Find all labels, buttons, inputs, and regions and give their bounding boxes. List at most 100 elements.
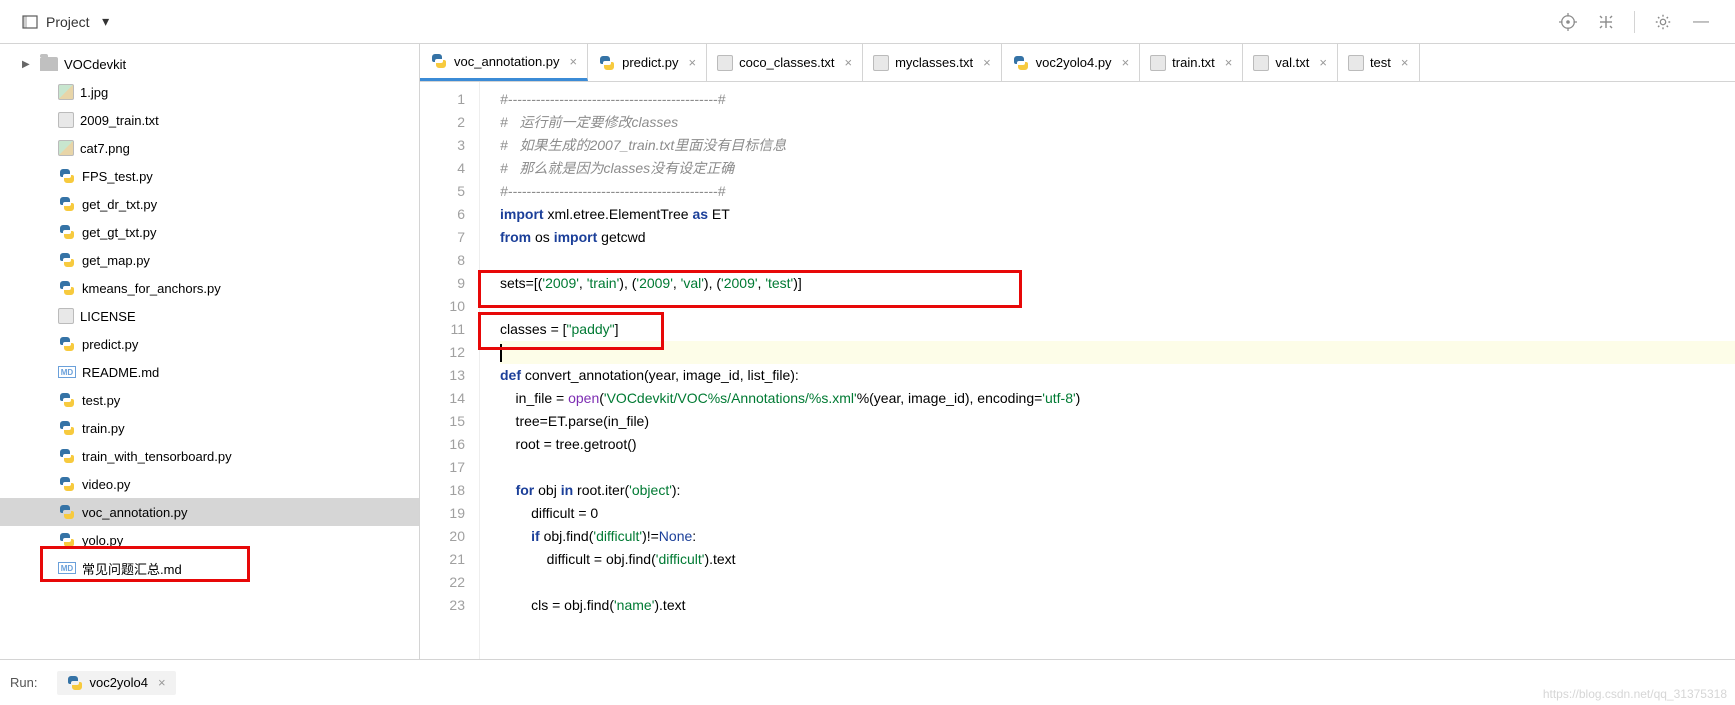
code-line[interactable]: # 那么就是因为classes没有设定正确 [500, 157, 1735, 180]
file-name: train.py [82, 421, 125, 436]
close-icon[interactable]: × [844, 55, 852, 70]
editor-tab[interactable]: coco_classes.txt × [707, 44, 863, 81]
close-icon[interactable]: × [158, 675, 166, 690]
tree-file[interactable]: train.py [0, 414, 419, 442]
tree-file[interactable]: LICENSE [0, 302, 419, 330]
code-line[interactable]: classes = ["paddy"] [500, 318, 1735, 341]
editor-tab[interactable]: voc2yolo4.py× [1002, 44, 1140, 81]
tree-file[interactable]: train_with_tensorboard.py [0, 442, 419, 470]
target-icon[interactable] [1558, 12, 1578, 32]
hide-icon[interactable]: — [1691, 12, 1711, 32]
text-icon [873, 55, 889, 71]
expand-icon[interactable] [1596, 12, 1616, 32]
close-icon[interactable]: × [570, 54, 578, 69]
text-icon [717, 55, 733, 71]
image-icon [58, 140, 74, 156]
tree-file[interactable]: get_gt_txt.py [0, 218, 419, 246]
python-icon [67, 675, 83, 691]
code-line[interactable]: sets=[('2009', 'train'), ('2009', 'val')… [500, 272, 1735, 295]
code-line[interactable] [500, 571, 1735, 594]
editor-tab[interactable]: voc_annotation.py × [420, 44, 588, 81]
text-icon [1348, 55, 1364, 71]
code-line[interactable]: from os import getcwd [500, 226, 1735, 249]
chevron-right-icon[interactable]: ▶ [22, 59, 34, 70]
code-line[interactable] [500, 249, 1735, 272]
code-line[interactable]: in_file = open('VOCdevkit/VOC%s/Annotati… [500, 387, 1735, 410]
tree-file[interactable]: kmeans_for_anchors.py [0, 274, 419, 302]
editor-tab[interactable]: myclasses.txt× [863, 44, 1002, 81]
project-label: Project [46, 14, 90, 30]
code-line[interactable]: for obj in root.iter('object'): [500, 479, 1735, 502]
markdown-icon: MD [58, 562, 76, 574]
file-name: 2009_train.txt [80, 113, 159, 128]
code-line[interactable] [500, 295, 1735, 318]
tree-file[interactable]: 1.jpg [0, 78, 419, 106]
code-line[interactable]: root = tree.getroot() [500, 433, 1735, 456]
editor-tab[interactable]: val.txt × [1243, 44, 1338, 81]
tree-file[interactable]: 2009_train.txt [0, 106, 419, 134]
file-name: cat7.png [80, 141, 130, 156]
chevron-down-icon: ▾ [96, 12, 116, 32]
close-icon[interactable]: × [689, 55, 697, 70]
tree-folder[interactable]: ▶ VOCdevkit [0, 50, 419, 78]
tree-file[interactable]: FPS_test.py [0, 162, 419, 190]
editor-tab[interactable]: train.txt × [1140, 44, 1243, 81]
code-line[interactable]: tree=ET.parse(in_file) [500, 410, 1735, 433]
folder-icon [40, 57, 58, 71]
code-line[interactable]: #---------------------------------------… [500, 88, 1735, 111]
python-icon [58, 419, 76, 437]
close-icon[interactable]: × [983, 55, 991, 70]
editor-tab[interactable]: test× [1338, 44, 1420, 81]
tree-file[interactable]: test.py [0, 386, 419, 414]
code-line[interactable] [500, 341, 1735, 364]
close-icon[interactable]: × [1401, 55, 1409, 70]
tree-file[interactable]: MD常见问题汇总.md [0, 554, 419, 582]
code-line[interactable]: # 运行前一定要修改classes [500, 111, 1735, 134]
code-line[interactable]: if obj.find('difficult')!=None: [500, 525, 1735, 548]
toolbar-separator [1634, 11, 1635, 33]
watermark: https://blog.csdn.net/qq_31375318 [1543, 687, 1727, 701]
editor-tab[interactable]: predict.py × [588, 44, 707, 81]
code-editor[interactable]: #---------------------------------------… [480, 82, 1735, 659]
close-icon[interactable]: × [1122, 55, 1130, 70]
code-line[interactable]: difficult = obj.find('difficult').text [500, 548, 1735, 571]
code-line[interactable]: # 如果生成的2007_train.txt里面没有目标信息 [500, 134, 1735, 157]
tab-label: voc_annotation.py [454, 54, 560, 69]
markdown-icon: MD [58, 366, 76, 378]
tree-file[interactable]: yolo.py [0, 526, 419, 554]
top-toolbar: Project ▾ — [0, 0, 1735, 44]
run-label: Run: [10, 675, 37, 690]
file-name: README.md [82, 365, 159, 380]
project-window-icon [20, 12, 40, 32]
tab-label: coco_classes.txt [739, 55, 834, 70]
gear-icon[interactable] [1653, 12, 1673, 32]
python-icon [58, 223, 76, 241]
tree-file[interactable]: MD README.md [0, 358, 419, 386]
tree-file[interactable]: get_dr_txt.py [0, 190, 419, 218]
code-line[interactable]: difficult = 0 [500, 502, 1735, 525]
python-icon [58, 251, 76, 269]
code-line[interactable] [500, 456, 1735, 479]
file-name: yolo.py [82, 533, 123, 548]
run-tab[interactable]: voc2yolo4 × [57, 671, 175, 695]
tree-file[interactable]: get_map.py [0, 246, 419, 274]
close-icon[interactable]: × [1225, 55, 1233, 70]
code-line[interactable]: def convert_annotation(year, image_id, l… [500, 364, 1735, 387]
project-tool-button[interactable]: Project ▾ [12, 8, 124, 36]
tree-file[interactable]: video.py [0, 470, 419, 498]
python-icon [58, 279, 76, 297]
tab-label: train.txt [1172, 55, 1215, 70]
file-name: get_gt_txt.py [82, 225, 156, 240]
code-line[interactable]: import xml.etree.ElementTree as ET [500, 203, 1735, 226]
text-icon [58, 308, 74, 324]
file-name: predict.py [82, 337, 138, 352]
tree-file[interactable]: voc_annotation.py [0, 498, 419, 526]
tree-file[interactable]: cat7.png [0, 134, 419, 162]
tree-file[interactable]: predict.py [0, 330, 419, 358]
close-icon[interactable]: × [1319, 55, 1327, 70]
project-tree[interactable]: ▶ VOCdevkit 1.jpg 2009_train.txt cat7.png F… [0, 44, 420, 659]
code-line[interactable]: #---------------------------------------… [500, 180, 1735, 203]
code-line[interactable]: cls = obj.find('name').text [500, 594, 1735, 617]
tab-label: predict.py [622, 55, 678, 70]
tab-label: val.txt [1275, 55, 1309, 70]
